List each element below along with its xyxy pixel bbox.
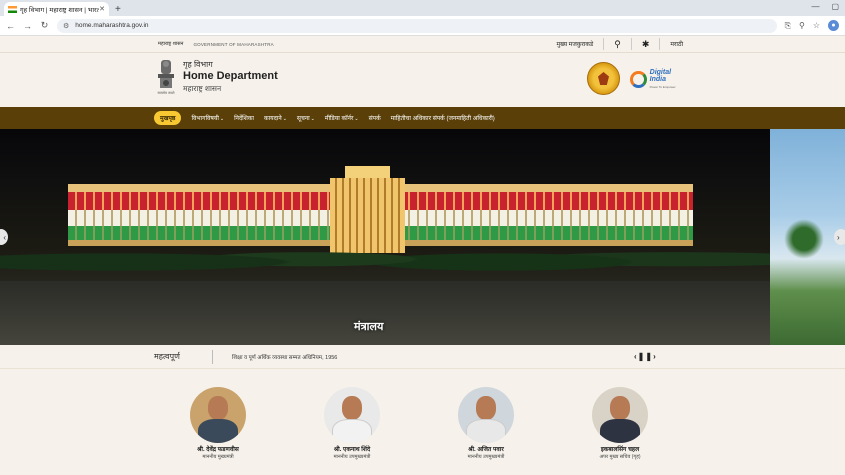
leader-photo [592,387,648,443]
gov-en-label: GOVERNMENT OF MAHARASHTRA [193,41,274,47]
topstrip-right: मुख्य मजकुराकडे ⚲ ✱ मराठी [556,38,683,50]
palm-tree-image [784,219,824,259]
site-header: सत्यमेव जयते गृह विभाग Home Department म… [0,53,845,107]
leader-name: श्री. अजित पवार [468,447,504,453]
ticker-next-icon[interactable]: › [653,352,657,361]
chevron-down-icon: ⌄ [310,116,315,122]
leader-name: श्री. देवेंद्र फडणवीस [197,447,239,453]
search-icon[interactable]: ⚲ [614,39,621,50]
dept-name-marathi: गृह विभाग [183,60,213,69]
profile-avatar-icon[interactable]: ● [828,20,839,31]
hero-caption: मंत्रालय [354,321,384,333]
ticker-controls: ‹❚❚› [634,352,657,361]
accessibility-icon[interactable]: ✱ [642,39,650,50]
skip-to-main-link[interactable]: मुख्य मजकुराकडे [556,40,593,48]
leader-role: माननीय मुख्यमंत्री [202,454,234,460]
url-field[interactable]: ⚙ home.maharashtra.gov.in [57,18,777,33]
hero-carousel[interactable]: मंत्रालय ‹ › [0,129,845,345]
close-tab-icon[interactable]: ✕ [99,5,105,13]
site-info-icon[interactable]: ⚙ [63,22,69,30]
digital-india-subtext: Power To Empower [649,84,676,89]
back-icon[interactable]: ← [6,21,15,31]
leader-card[interactable]: श्री. देवेंद्र फडणवीस माननीय मुख्यमंत्री [178,387,258,460]
ticker-text[interactable]: शिक्षा व पूर्ण अर्थिक व्यवस्था सम्मत अधि… [232,353,337,361]
ticker-pause-icon[interactable]: ❚❚ [638,352,653,361]
digital-india-mark-icon [630,70,647,88]
leader-role: माननीय उपमुख्यमंत्री [467,454,505,460]
dept-name-english[interactable]: Home Department [183,70,278,82]
maximize-icon[interactable]: ▢ [831,2,839,11]
address-bar: ← → ↻ ⚙ home.maharashtra.gov.in ⎘ ⚲ ☆ ● [0,16,845,36]
window-controls: — ▢ [811,2,839,11]
leader-photo [324,387,380,443]
minimize-icon[interactable]: — [811,2,819,11]
india-flag-icon [8,5,17,13]
nav-item-contact[interactable]: संपर्क [369,114,381,122]
gov-top-strip: महाराष्ट्र शासन GOVERNMENT OF MAHARASHTR… [0,36,845,53]
road-foreground [0,281,770,345]
divider [630,38,632,50]
nav-item-home[interactable]: मुखपृष्ठ [154,111,182,125]
browser-tab-bar: गृह विभाग | महाराष्ट्र शासन | भारत ✕ + —… [0,0,845,16]
chevron-down-icon: ⌄ [219,116,225,122]
chevron-down-icon: ⌄ [282,116,287,122]
leaders-section: श्री. देवेंद्र फडणवीस माननीय मुख्यमंत्री… [0,369,845,475]
tab-title: गृह विभाग | महाराष्ट्र शासन | भारत [20,6,100,14]
leader-card[interactable]: श्री. एकनाथ शिंदे माननीय उपमुख्यमंत्री [312,387,392,460]
reload-icon[interactable]: ↻ [40,20,49,31]
language-switch[interactable]: मराठी [670,40,683,48]
gov-name-marathi: महाराष्ट्र शासन [183,84,222,93]
national-emblem-icon[interactable] [154,58,178,94]
hero-slide-mantralaya: मंत्रालय [0,129,770,345]
emblem-caption: सत्यमेव जयते [157,91,175,95]
browser-toolbar-icons: ⎘ ⚲ ☆ [785,21,820,31]
translate-icon[interactable]: ⎘ [785,21,791,31]
leader-photo [458,387,514,443]
leader-photo [190,387,246,443]
leader-card[interactable]: इकबालसिंग चहल अपर मुख्य सचिव (गृह) [580,387,660,460]
leader-name: श्री. एकनाथ शिंदे [333,447,371,453]
nav-item-media[interactable]: मीडिया कॉर्नर⌄ [325,114,359,122]
bookmark-star-icon[interactable]: ☆ [813,21,820,31]
nav-item-notices[interactable]: सूचना⌄ [297,114,315,122]
important-ticker: महत्वपूर्ण शिक्षा व पूर्ण अर्थिक व्यवस्थ… [0,345,845,369]
leader-role: माननीय उपमुख्यमंत्री [333,454,371,460]
maharashtra-seal-icon[interactable] [587,62,620,95]
digital-india-text: Digital India [649,68,672,83]
chevron-down-icon: ⌄ [354,116,359,122]
nav-item-about[interactable]: विभागविषयी⌄ [191,114,224,122]
nav-item-acts[interactable]: कायदाने⌄ [264,114,287,122]
trees-silhouette [0,229,770,284]
browser-tab[interactable]: गृह विभाग | महाराष्ट्र शासन | भारत ✕ [4,2,109,16]
leader-card[interactable]: श्री. अजित पवार माननीय उपमुख्यमंत्री [446,387,526,460]
new-tab-icon[interactable]: + [115,4,121,15]
forward-icon[interactable]: → [23,21,32,31]
nav-item-directory[interactable]: निर्देशिका [234,114,254,122]
zoom-icon[interactable]: ⚲ [799,21,805,31]
leader-role: अपर मुख्य सचिव (गृह) [599,454,641,460]
leader-name: इकबालसिंग चहल [600,447,640,453]
divider [212,350,213,364]
divider [659,38,661,50]
url-text: home.maharashtra.gov.in [75,22,149,29]
digital-india-logo[interactable]: Digital India Power To Empower [630,68,688,90]
carousel-next-icon[interactable]: › [834,229,845,245]
main-nav: मुखपृष्ठ विभागविषयी⌄ निर्देशिका कायदाने⌄… [0,107,845,129]
nav-item-rti[interactable]: माहितीचा अधिकार संपर्क (जनमाहिती अधिकारी… [391,114,495,122]
ticker-label: महत्वपूर्ण [154,352,180,361]
gov-mr-link[interactable]: महाराष्ट्र शासन [158,41,183,47]
divider [603,38,605,50]
